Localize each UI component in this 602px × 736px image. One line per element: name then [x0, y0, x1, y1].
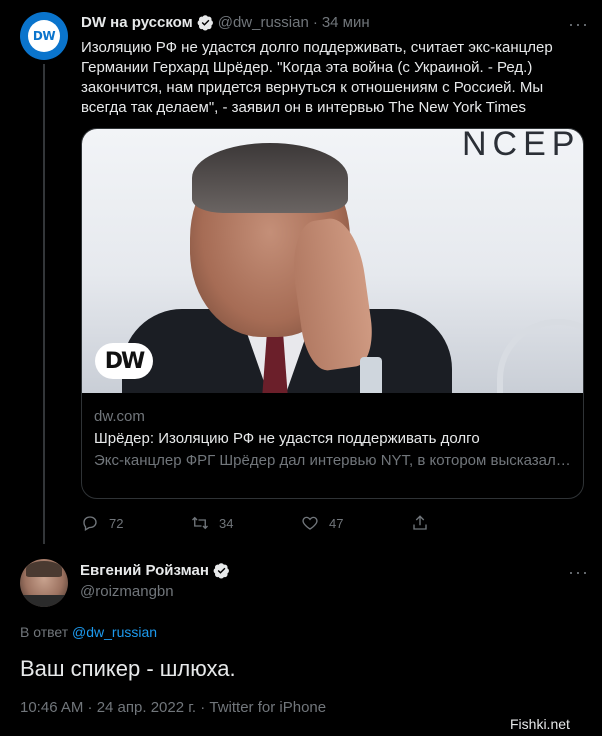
reply-to-line: В ответ @dw_russian: [20, 624, 157, 640]
card-description: Экс-канцлер ФРГ Шрёдер дал интервью NYT,…: [94, 452, 574, 469]
link-card[interactable]: NCEPT DW dw.com Шрёдер: Изоляцию РФ не у…: [81, 128, 584, 499]
reply-text: Ваш спикер - шлюха.: [20, 656, 236, 681]
card-domain: dw.com: [94, 408, 145, 425]
reply-prefix: В ответ: [20, 624, 69, 640]
photo-bottle: [360, 357, 382, 393]
dw-logo-badge: DW: [28, 20, 60, 52]
dw-avatar-text: DW: [32, 29, 56, 43]
tweet-text: Изоляцию РФ не удастся долго поддерживат…: [81, 39, 553, 116]
verified-icon: [197, 15, 213, 31]
reply-to-handle[interactable]: @dw_russian: [72, 624, 157, 640]
photo-background-text: NCEPT: [462, 129, 583, 163]
reply-author: Евгений Ройзман: [80, 562, 230, 579]
tweet-actions: 72 34 47: [81, 514, 521, 532]
reply-author-name[interactable]: Евгений Ройзман: [80, 562, 209, 579]
retweet-count: 34: [219, 515, 234, 531]
avatar-hair: [26, 561, 62, 577]
more-icon[interactable]: ···: [568, 14, 589, 35]
share-button[interactable]: [411, 514, 521, 532]
verified-icon: [213, 563, 229, 579]
card-body: dw.com Шрёдер: Изоляцию РФ не удастся по…: [94, 407, 574, 471]
watermark: Fishki.net: [510, 716, 570, 732]
tweet-time[interactable]: 34 мин: [322, 14, 370, 31]
dw-avatar[interactable]: DW: [20, 12, 68, 60]
like-count: 47: [329, 515, 344, 531]
reply-count: 72: [109, 515, 124, 531]
author-name[interactable]: DW на русском: [81, 14, 193, 31]
tweet-header: DW на русском @dw_russian · 34 мин: [81, 14, 370, 31]
like-icon: [302, 516, 318, 530]
retweet-button[interactable]: 34: [191, 514, 301, 532]
photo-hair: [192, 143, 348, 213]
share-icon: [413, 515, 427, 530]
more-icon[interactable]: ···: [568, 562, 589, 583]
card-title[interactable]: Шрёдер: Изоляцию РФ не удастся поддержив…: [94, 429, 574, 449]
photo-chair: [497, 319, 583, 393]
roizman-avatar[interactable]: [20, 559, 68, 607]
like-button[interactable]: 47: [301, 514, 411, 532]
reply-icon: [83, 516, 97, 531]
avatar-shirt: [20, 595, 68, 607]
separator: ·: [312, 14, 318, 31]
retweet-icon: [192, 516, 208, 530]
dw-logo-text: DW: [104, 348, 146, 374]
reply-button[interactable]: 72: [81, 514, 191, 532]
reply-author-handle[interactable]: @roizmangbn: [80, 583, 174, 600]
author-handle[interactable]: @dw_russian: [218, 14, 309, 31]
card-photo: NCEPT DW: [82, 129, 583, 393]
dw-logo: DW: [95, 343, 153, 379]
reply-meta[interactable]: 10:46 AM · 24 апр. 2022 г. · Twitter for…: [20, 699, 326, 716]
thread-line: [43, 64, 45, 544]
